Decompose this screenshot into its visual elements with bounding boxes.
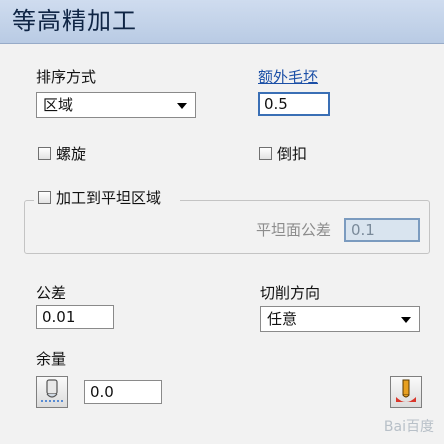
undercut-checkbox[interactable]	[259, 147, 272, 160]
spiral-checkbox[interactable]	[38, 147, 51, 160]
title-bar: 等高精加工	[0, 0, 444, 44]
spiral-label: 螺旋	[56, 145, 87, 163]
flat-tolerance-input[interactable]: 0.1	[344, 218, 420, 242]
thickness-input[interactable]: 0.0	[84, 380, 162, 404]
gouge-check-icon	[396, 379, 416, 402]
extra-stock-input[interactable]: 0.5	[258, 92, 330, 116]
thickness-label: 余量	[36, 350, 67, 368]
dialog-title: 等高精加工	[12, 7, 137, 35]
undercut-label: 倒扣	[277, 145, 308, 163]
flat-tolerance-label: 平坦面公差	[256, 221, 332, 239]
tolerance-input[interactable]: 0.01	[36, 305, 114, 329]
tool-gouge-button[interactable]	[390, 376, 422, 408]
cut-direction-value: 任意	[267, 310, 298, 328]
watermark-logo: Bai百度	[383, 419, 434, 435]
tolerance-label: 公差	[36, 284, 67, 302]
flat-areas-label: 加工到平坦区域	[56, 189, 162, 207]
thickness-settings-button[interactable]	[36, 376, 68, 408]
cut-direction-select[interactable]: 任意	[260, 306, 420, 332]
flat-areas-checkbox[interactable]	[38, 191, 51, 204]
chevron-down-icon	[401, 317, 411, 323]
tool-thickness-icon	[41, 379, 63, 402]
ordering-value: 区域	[43, 96, 74, 114]
ordering-label: 排序方式	[36, 68, 97, 86]
cut-direction-label: 切削方向	[260, 284, 321, 302]
ordering-select[interactable]: 区域	[36, 92, 196, 118]
extra-stock-link[interactable]: 额外毛坯	[258, 68, 318, 86]
chevron-down-icon	[177, 103, 187, 109]
